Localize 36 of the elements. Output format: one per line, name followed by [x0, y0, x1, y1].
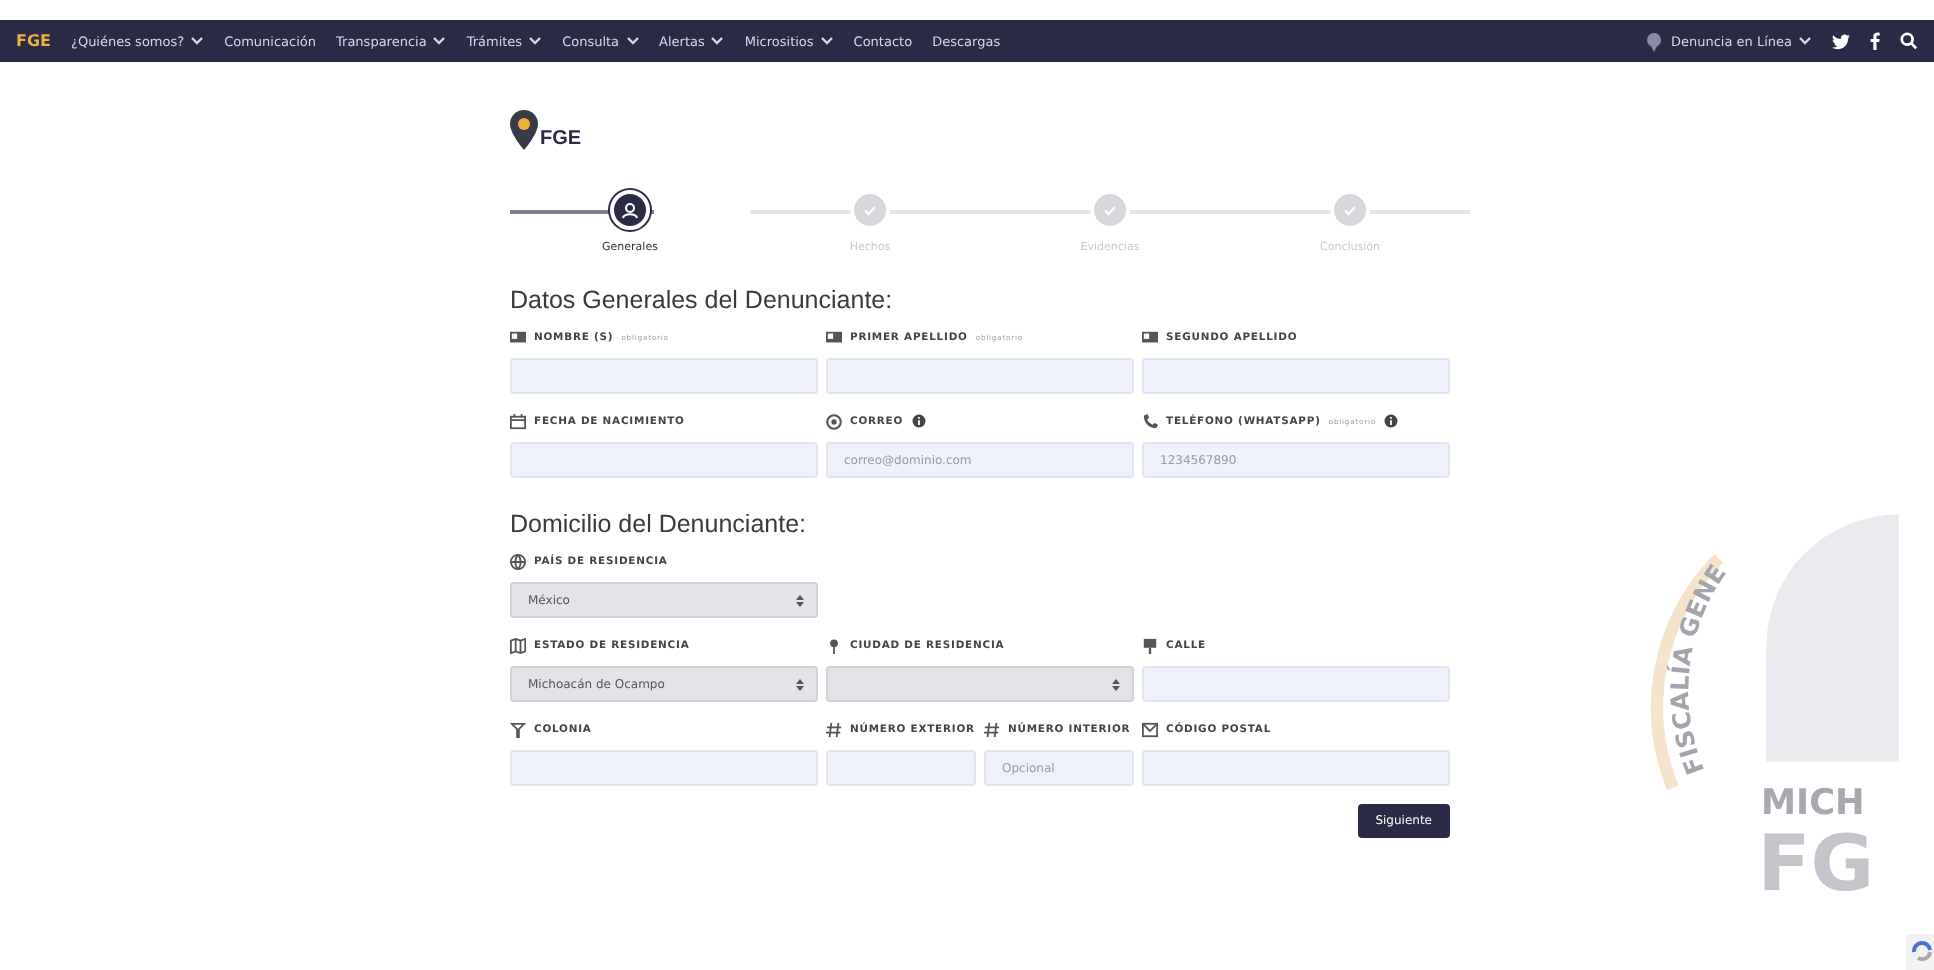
- section-heading: Domicilio del Denunciante:: [510, 510, 808, 538]
- pin-icon: [1644, 31, 1665, 51]
- id-card-icon: [1142, 329, 1158, 345]
- brand-logo[interactable]: FGE: [16, 32, 51, 50]
- input-field[interactable]: [826, 750, 976, 786]
- hash-icon: [826, 721, 842, 737]
- input-field[interactable]: [510, 358, 818, 394]
- logo-text: FGE: [540, 128, 582, 150]
- twitter-icon[interactable]: [1832, 33, 1850, 49]
- hash-icon: [984, 721, 1000, 737]
- step-marker[interactable]: [610, 190, 650, 230]
- map-icon: [510, 637, 526, 653]
- pin-icon: [826, 637, 842, 653]
- updown-icon: [1112, 677, 1120, 691]
- input-field[interactable]: [1142, 750, 1450, 786]
- input-field[interactable]: [510, 442, 818, 478]
- input-field[interactable]: [510, 750, 818, 786]
- envelope-icon: [1142, 721, 1158, 737]
- phone-icon: [1142, 413, 1158, 429]
- calendar-icon: [510, 413, 526, 429]
- globe-icon: [510, 553, 526, 569]
- search-icon[interactable]: [1900, 32, 1918, 50]
- signpost-icon: [1142, 637, 1158, 653]
- updown-icon: [796, 593, 804, 607]
- select-field[interactable]: [826, 666, 1134, 702]
- id-card-icon: [826, 329, 842, 345]
- facebook-icon[interactable]: [1870, 32, 1880, 50]
- updown-icon: [796, 677, 804, 691]
- input-field[interactable]: [1142, 666, 1450, 702]
- input-field[interactable]: [826, 358, 1134, 394]
- logo-pin-icon: [510, 110, 538, 150]
- person-icon: [618, 198, 642, 222]
- id-card-icon: [510, 329, 526, 345]
- section-heading: Datos Generales del Denunciante:: [510, 286, 895, 314]
- input-field[interactable]: [1142, 358, 1450, 394]
- recaptcha-icon[interactable]: [1906, 934, 1934, 970]
